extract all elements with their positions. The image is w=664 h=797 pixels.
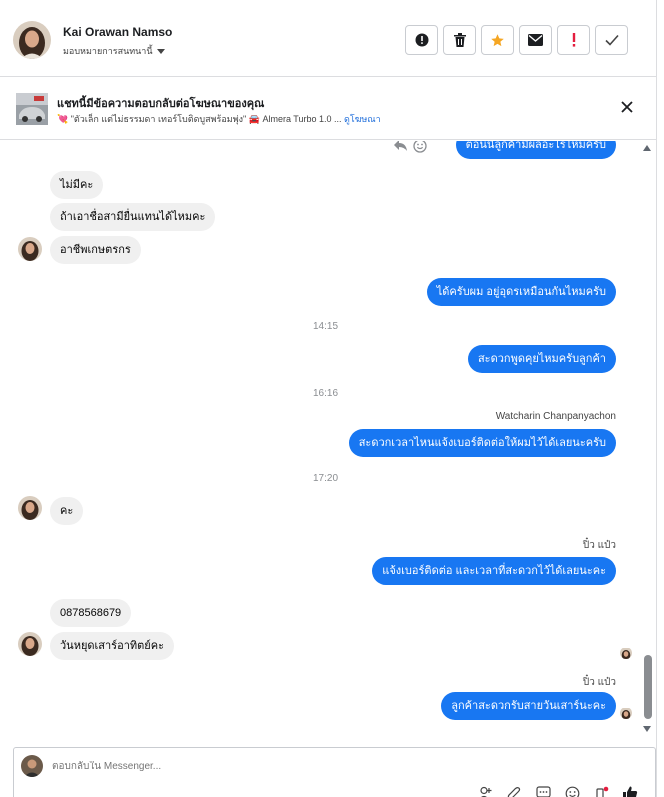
message-bubble-incoming[interactable]: 0878568679	[50, 599, 132, 627]
assign-label: มอบหมายการสนทนานี้	[63, 46, 153, 56]
page-avatar	[21, 755, 43, 777]
conversation-panel: Kai Orawan Namso มอบหมายการสนทนานี้ แชทน…	[0, 0, 657, 797]
message-bubble-outgoing[interactable]: ได้ครับผม อยู่อุดรเหมือนกันไหมครับ	[426, 278, 616, 306]
sender-name: ปิ๋ว แป๋ว	[582, 540, 616, 551]
seen-avatar	[620, 707, 632, 719]
mark-done-button[interactable]	[595, 25, 628, 55]
mail-icon	[528, 34, 543, 46]
conversation-header: Kai Orawan Namso มอบหมายการสนทนานี้	[0, 0, 657, 77]
message-bubble-incoming[interactable]: วันหยุดเสาร์อาทิตย์คะ	[50, 632, 174, 660]
view-ad-link[interactable]: ดูโฆษณา	[344, 114, 381, 124]
emoji-button[interactable]	[564, 785, 580, 797]
timestamp: 17:20	[312, 473, 339, 484]
mark-unread-button[interactable]	[519, 25, 552, 55]
sticker-button[interactable]	[593, 785, 609, 797]
paperclip-icon	[507, 786, 521, 797]
header-actions	[405, 25, 628, 55]
composer-toolbar	[477, 785, 638, 797]
attach-button[interactable]	[506, 785, 522, 797]
message-bubble-incoming[interactable]: ไม่มีคะ	[50, 171, 104, 199]
contact-avatar-small[interactable]	[18, 632, 42, 656]
exclamation-icon	[572, 33, 575, 47]
contact-avatar-small[interactable]	[18, 237, 42, 261]
message-bubble-incoming[interactable]: คะ	[50, 497, 84, 525]
react-smiley-icon[interactable]	[413, 141, 427, 153]
chat-dots-icon	[535, 786, 551, 797]
reply-input[interactable]	[52, 761, 452, 772]
ad-caption: 💘 "ตัวเล็ก แต่ไม่ธรรมดา เทอร์โบติดบูสพร้…	[57, 114, 342, 124]
message-bubble-incoming[interactable]: อาชีพเกษตรกร	[50, 236, 141, 264]
contact-avatar[interactable]	[13, 21, 51, 59]
message-bubble-outgoing[interactable]: ตอนนี้ลูกค้ามีผลอะไรไหมครับ	[455, 141, 616, 159]
message-bubble-outgoing[interactable]: ลูกค้าสะดวกรับสายวันเสาร์นะคะ	[441, 692, 616, 720]
message-bubble-outgoing[interactable]: แจ้งเบอร์ติดต่อ และเวลาที่สะดวกไว้ได้เลย…	[372, 557, 616, 585]
delete-button[interactable]	[443, 25, 476, 55]
scrollbar-thumb[interactable]	[644, 655, 652, 719]
scroll-up-arrow[interactable]	[643, 145, 651, 151]
ad-banner-title: แชทนี้มีข้อความตอบกลับต่อโฆษณาของคุณ	[57, 98, 265, 110]
contact-name[interactable]: Kai Orawan Namso	[63, 25, 172, 39]
thumbs-up-icon	[623, 786, 638, 797]
reply-icon[interactable]	[393, 141, 408, 152]
saved-replies-button[interactable]	[535, 785, 551, 797]
message-bubble-incoming[interactable]: ถ้าเอาชื่อสามียื่นแทนได้ไหมคะ	[50, 203, 216, 231]
message-bubble-outgoing[interactable]: สะดวกพูดคุยไหมครับลูกค้า	[467, 345, 616, 373]
timestamp: 14:15	[312, 321, 339, 332]
add-person-button[interactable]	[477, 785, 493, 797]
star-icon	[491, 33, 504, 46]
close-icon[interactable]	[620, 100, 634, 114]
ad-banner-subtitle: 💘 "ตัวเล็ก แต่ไม่ธรรมดา เทอร์โบติดบูสพร้…	[57, 112, 381, 126]
seen-avatar	[620, 647, 632, 659]
timestamp: 16:16	[312, 388, 339, 399]
spam-button[interactable]	[405, 25, 438, 55]
sticker-icon	[595, 786, 608, 797]
sender-name: Watcharin Chanpanyachon	[495, 411, 616, 422]
like-button[interactable]	[622, 785, 638, 797]
follow-up-button[interactable]	[557, 25, 590, 55]
add-person-icon	[479, 786, 491, 797]
ad-reply-banner: แชทนี้มีข้อความตอบกลับต่อโฆษณาของคุณ 💘 "…	[0, 78, 657, 140]
sender-name: ปิ๋ว แป๋ว	[582, 677, 616, 688]
ad-thumbnail[interactable]	[16, 93, 48, 125]
scroll-down-arrow[interactable]	[643, 726, 651, 732]
star-button[interactable]	[481, 25, 514, 55]
caret-down-icon	[156, 48, 165, 54]
check-icon	[604, 34, 619, 46]
alert-icon	[415, 33, 428, 47]
smiley-icon	[565, 786, 579, 797]
contact-avatar-small[interactable]	[18, 496, 42, 520]
assign-conversation-dropdown[interactable]: มอบหมายการสนทนานี้	[63, 44, 165, 58]
message-bubble-outgoing[interactable]: สะดวกเวลาไหนแจ้งเบอร์ติดต่อให้ผมไว้ได้เล…	[348, 429, 616, 457]
trash-icon	[453, 33, 466, 47]
message-list: ตอนนี้ลูกค้ามีผลอะไรไหมครับ ไม่มีคะ ถ้าเ…	[0, 141, 657, 744]
message-composer	[13, 747, 656, 797]
